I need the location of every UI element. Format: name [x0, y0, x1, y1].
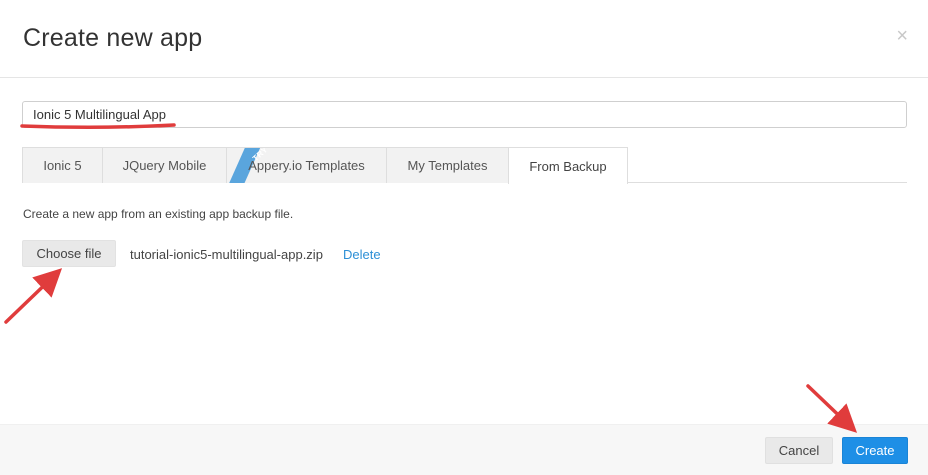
- selected-file-name: tutorial-ionic5-multilingual-app.zip: [130, 247, 323, 262]
- dialog-title: Create new app: [23, 24, 203, 52]
- tab-label: JQuery Mobile: [122, 158, 207, 173]
- tab-jquery-mobile[interactable]: JQuery Mobile: [102, 147, 227, 183]
- close-icon[interactable]: ×: [896, 26, 908, 46]
- tab-label: My Templates: [407, 158, 488, 173]
- delete-file-link[interactable]: Delete: [343, 247, 381, 262]
- tab-label: Appery.io Templates: [248, 158, 365, 173]
- choose-file-button[interactable]: Choose file: [22, 240, 116, 267]
- arrow-to-create: [806, 384, 858, 433]
- tab-label: From Backup: [529, 158, 607, 174]
- tab-appery-templates[interactable]: TRY Appery.io Templates: [226, 147, 387, 183]
- tab-ionic5[interactable]: Ionic 5: [22, 147, 103, 183]
- dialog-header: Create new app ×: [0, 0, 928, 78]
- create-app-dialog: Create new app × Ionic 5 JQuery Mobile T…: [0, 0, 928, 475]
- cancel-button[interactable]: Cancel: [765, 437, 833, 464]
- arrow-to-choose-file: [4, 268, 63, 324]
- tab-label: Ionic 5: [43, 158, 82, 173]
- template-tabs: Ionic 5 JQuery Mobile TRY Appery.io Temp…: [22, 147, 907, 184]
- tab-my-templates[interactable]: My Templates: [386, 147, 509, 183]
- create-button[interactable]: Create: [842, 437, 908, 464]
- app-name-input[interactable]: [22, 101, 907, 128]
- backup-description: Create a new app from an existing app ba…: [23, 207, 294, 221]
- tab-from-backup[interactable]: From Backup: [508, 147, 628, 184]
